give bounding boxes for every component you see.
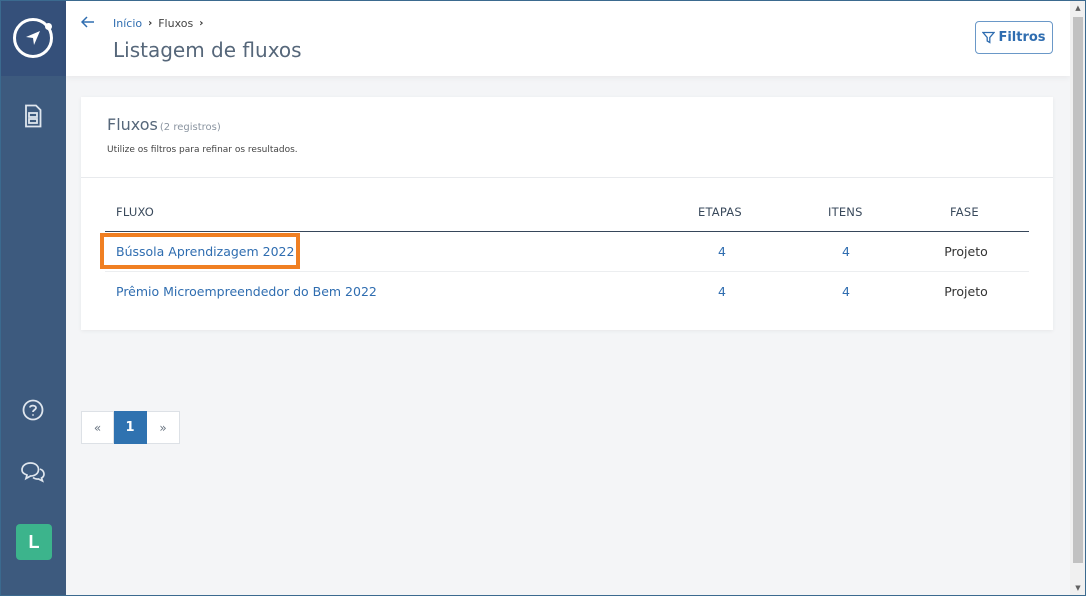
breadcrumb-separator: › <box>199 18 204 29</box>
records-count: (2 registros) <box>159 122 221 133</box>
filter-icon <box>982 31 996 44</box>
card-title: Fluxos (2 registros) <box>107 115 221 134</box>
breadcrumb: Início › Fluxos › <box>113 17 203 30</box>
table-cell-itens: 4 <box>842 244 850 259</box>
vertical-scrollbar[interactable]: ▲ ▼ <box>1070 0 1086 596</box>
scroll-down-icon[interactable]: ▼ <box>1070 580 1086 596</box>
table-row-flow-link[interactable]: Prêmio Microempreendedor do Bem 2022 <box>116 284 377 299</box>
table-cell-fase: Projeto <box>944 244 988 259</box>
logo-area[interactable] <box>0 0 66 76</box>
scroll-thumb[interactable] <box>1073 17 1083 563</box>
table-header-divider <box>105 231 1029 232</box>
avatar[interactable]: L <box>16 524 52 560</box>
column-header-itens: ITENS <box>828 205 863 219</box>
table-cell-etapas: 4 <box>718 244 726 259</box>
breadcrumb-separator: › <box>148 18 153 29</box>
sidebar: L <box>0 0 66 596</box>
table-cell-fase: Projeto <box>944 284 988 299</box>
filters-button-label: Filtros <box>998 30 1046 45</box>
compass-logo-icon <box>13 18 53 58</box>
filters-button[interactable]: Filtros <box>975 21 1053 54</box>
arrow-left-icon[interactable] <box>80 14 96 30</box>
pagination-prev-button[interactable]: « <box>81 411 114 444</box>
pagination-next-button[interactable]: » <box>147 411 180 444</box>
table-cell-itens: 4 <box>842 284 850 299</box>
card-subtitle: Utilize os filtros para refinar os resul… <box>107 145 298 155</box>
flows-card: Fluxos (2 registros) Utilize os filtros p… <box>81 97 1053 330</box>
pagination-page-button[interactable]: 1 <box>114 411 147 444</box>
column-header-fase: FASE <box>950 205 979 219</box>
page-header: Início › Fluxos › Listagem de fluxos Fil… <box>66 0 1070 76</box>
help-circle-icon[interactable] <box>0 393 66 427</box>
row-divider <box>105 271 1029 272</box>
scroll-up-icon[interactable]: ▲ <box>1070 0 1086 16</box>
breadcrumb-home-link[interactable]: Início <box>113 17 142 30</box>
document-list-icon[interactable] <box>0 99 66 133</box>
divider <box>81 177 1053 178</box>
column-header-etapas: ETAPAS <box>698 205 742 219</box>
pagination: « 1 » <box>81 411 180 444</box>
page-title: Listagem de fluxos <box>113 38 302 62</box>
chat-bubbles-icon[interactable] <box>0 455 66 489</box>
table-cell-etapas: 4 <box>718 284 726 299</box>
column-header-fluxo: FLUXO <box>116 205 155 219</box>
highlight-annotation <box>100 233 300 269</box>
breadcrumb-current: Fluxos <box>158 17 194 30</box>
